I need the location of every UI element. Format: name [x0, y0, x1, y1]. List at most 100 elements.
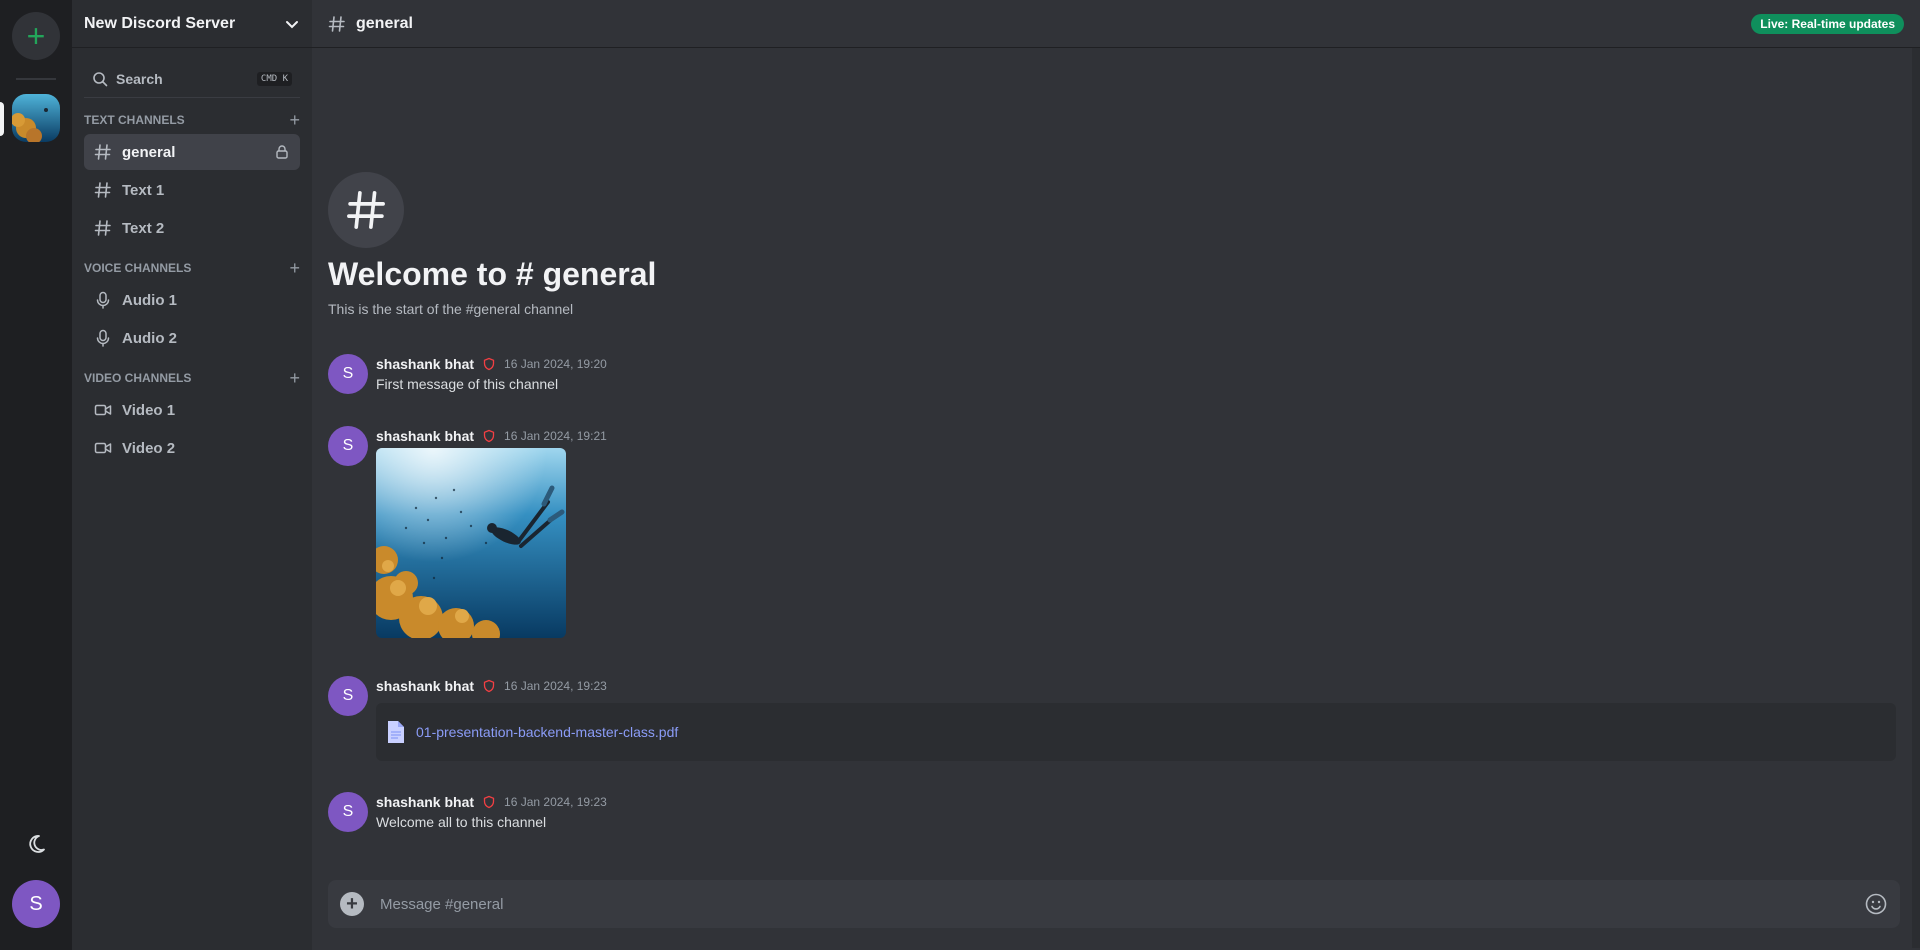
- live-status-badge: Live: Real-time updates: [1751, 13, 1904, 34]
- shield-icon: [483, 795, 495, 809]
- emoji-icon[interactable]: [1864, 892, 1888, 916]
- timestamp: 16 Jan 2024, 19:21: [504, 429, 607, 443]
- add-text-channel-icon[interactable]: +: [289, 111, 300, 129]
- channel-label: Audio 2: [122, 329, 177, 347]
- hashtag-icon: [328, 172, 404, 248]
- video-camera-icon: [94, 404, 112, 416]
- ocean-image-icon: [12, 94, 60, 142]
- channel-text-1[interactable]: Text 1: [84, 172, 300, 208]
- channel-welcome: Welcome to # general This is the start o…: [328, 172, 656, 317]
- section-header: VIDEO CHANNELS +: [72, 366, 312, 390]
- rail-divider: [16, 78, 56, 80]
- microphone-icon: [96, 329, 110, 347]
- author-name[interactable]: shashank bhat: [376, 428, 474, 444]
- hashtag-icon: [94, 220, 111, 236]
- channel-video-2[interactable]: Video 2: [84, 430, 300, 466]
- channel-sidebar: New Discord Server Search CMD K TEXT CHA…: [72, 0, 312, 950]
- channel-label: Text 2: [122, 219, 165, 237]
- add-attachment-button[interactable]: +: [340, 892, 364, 916]
- user-avatar[interactable]: S: [12, 880, 60, 928]
- channel-label: Text 1: [122, 181, 165, 199]
- avatar[interactable]: S: [328, 676, 368, 716]
- scrollbar[interactable]: [1912, 48, 1920, 948]
- section-header: TEXT CHANNELS +: [72, 108, 312, 132]
- channel-label: Video 2: [122, 439, 176, 457]
- add-voice-channel-icon[interactable]: +: [289, 259, 300, 277]
- shield-icon: [483, 679, 495, 693]
- shield-icon: [483, 357, 495, 371]
- server-rail: + S: [0, 0, 72, 950]
- microphone-icon: [96, 291, 110, 309]
- section-title: TEXT CHANNELS: [84, 113, 185, 127]
- avatar[interactable]: S: [328, 426, 368, 466]
- video-camera-icon: [94, 442, 112, 454]
- channel-text-2[interactable]: Text 2: [84, 210, 300, 246]
- channel-header: general Live: Real-time updates: [312, 0, 1920, 48]
- avatar[interactable]: S: [328, 354, 368, 394]
- search-button[interactable]: Search CMD K: [84, 60, 300, 98]
- message-header: shashank bhat 16 Jan 2024, 19:23: [376, 676, 607, 696]
- plus-icon: +: [346, 893, 358, 915]
- author-name[interactable]: shashank bhat: [376, 356, 474, 372]
- section-title: VIDEO CHANNELS: [84, 371, 192, 385]
- server-icon-new-discord-server[interactable]: [12, 94, 60, 142]
- hashtag-icon: [94, 144, 111, 160]
- voice-channels-section: VOICE CHANNELS + Audio 1 Audio 2: [72, 256, 312, 356]
- message-body: shashank bhat 16 Jan 2024, 19:20 First m…: [376, 354, 607, 394]
- plus-icon: +: [26, 18, 46, 54]
- timestamp: 16 Jan 2024, 19:23: [504, 795, 607, 809]
- timestamp: 16 Jan 2024, 19:23: [504, 679, 607, 693]
- welcome-title: Welcome to # general: [328, 256, 657, 292]
- chat-area: general Live: Real-time updates Welcome …: [312, 0, 1920, 950]
- author-name[interactable]: shashank bhat: [376, 794, 474, 810]
- channel-label: general: [122, 143, 176, 161]
- message: S shashank bhat 16 Jan 2024, 19:23 Welco…: [328, 792, 607, 832]
- message: S shashank bhat 16 Jan 2024, 19:20 First…: [328, 354, 607, 394]
- video-channels-section: VIDEO CHANNELS + Video 1 Video 2: [72, 366, 312, 466]
- section-header: VOICE CHANNELS +: [72, 256, 312, 280]
- add-server-button[interactable]: +: [12, 12, 60, 60]
- diver-photo: [376, 448, 566, 638]
- server-header[interactable]: New Discord Server: [72, 0, 312, 48]
- file-attachment: 01-presentation-backend-master-class.pdf: [376, 703, 1896, 761]
- section-title: VOICE CHANNELS: [84, 261, 192, 275]
- app: + S New Discord Server Search CMD K TEXT…: [0, 0, 1920, 950]
- channel-general[interactable]: general: [84, 134, 300, 170]
- file-link[interactable]: 01-presentation-backend-master-class.pdf: [416, 724, 678, 740]
- message-text: Welcome all to this channel: [376, 814, 547, 830]
- text-channels-section: TEXT CHANNELS + general Text 1 Text 2: [72, 108, 312, 246]
- search-icon: [93, 71, 108, 86]
- server-name: New Discord Server: [84, 14, 236, 32]
- message-composer: +: [328, 880, 1900, 928]
- channel-title: general: [356, 14, 413, 32]
- moon-icon[interactable]: [24, 832, 48, 856]
- message: S shashank bhat 16 Jan 2024, 19:21: [328, 426, 607, 638]
- channel-audio-1[interactable]: Audio 1: [84, 282, 300, 318]
- search-label: Search: [116, 70, 163, 87]
- timestamp: 16 Jan 2024, 19:20: [504, 357, 607, 371]
- channel-label: Audio 1: [122, 291, 177, 309]
- message-header: shashank bhat 16 Jan 2024, 19:20: [376, 354, 607, 374]
- channel-video-1[interactable]: Video 1: [84, 392, 300, 428]
- add-video-channel-icon[interactable]: +: [289, 369, 300, 387]
- message-body: shashank bhat 16 Jan 2024, 19:23 Welcome…: [376, 792, 607, 832]
- channel-label: Video 1: [122, 401, 176, 419]
- file-icon: [388, 721, 404, 743]
- shield-icon: [483, 429, 495, 443]
- hashtag-icon: [328, 15, 345, 32]
- channel-audio-2[interactable]: Audio 2: [84, 320, 300, 356]
- message-body: shashank bhat 16 Jan 2024, 19:21: [376, 426, 607, 638]
- image-attachment[interactable]: [376, 448, 566, 638]
- message-header: shashank bhat 16 Jan 2024, 19:23: [376, 792, 607, 812]
- active-server-indicator: [0, 102, 4, 136]
- message-text: First message of this channel: [376, 376, 559, 392]
- message-header: shashank bhat 16 Jan 2024, 19:21: [376, 426, 607, 446]
- author-name[interactable]: shashank bhat: [376, 678, 474, 694]
- avatar[interactable]: S: [328, 792, 368, 832]
- hashtag-icon: [94, 182, 111, 198]
- lock-icon: [276, 145, 288, 159]
- search-shortcut: CMD K: [256, 71, 292, 86]
- message-input[interactable]: [380, 895, 1864, 913]
- welcome-subtitle: This is the start of the #general channe…: [328, 301, 574, 317]
- chevron-down-icon: [286, 20, 298, 28]
